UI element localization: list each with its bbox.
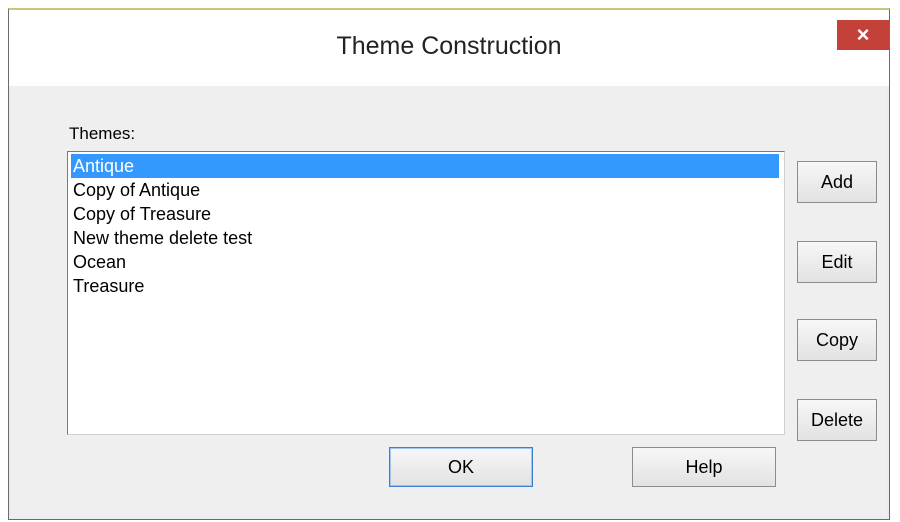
theme-construction-dialog: Theme Construction × Themes: Antique Cop… [8,8,890,520]
dialog-body: Themes: Antique Copy of Antique Copy of … [11,86,887,518]
theme-list-item-copy-of-antique[interactable]: Copy of Antique [71,178,200,202]
themes-listbox[interactable]: Antique Copy of Antique Copy of Treasure… [67,151,785,435]
dialog-title: Theme Construction [336,32,562,60]
edit-button[interactable]: Edit [797,241,877,283]
ok-button[interactable]: OK [389,447,533,487]
theme-list-item-new-theme-delete-test[interactable]: New theme delete test [71,226,252,250]
add-button[interactable]: Add [797,161,877,203]
title-bar: Theme Construction × [9,10,889,86]
close-icon: × [856,22,870,47]
theme-list-item-antique[interactable]: Antique [71,154,779,178]
themes-label: Themes: [69,124,136,143]
delete-button[interactable]: Delete [797,399,877,441]
theme-list-item-copy-of-treasure[interactable]: Copy of Treasure [71,202,211,226]
theme-list-item-treasure[interactable]: Treasure [71,274,144,298]
help-button[interactable]: Help [632,447,776,487]
close-button[interactable]: × [837,20,889,50]
copy-button[interactable]: Copy [797,319,877,361]
theme-list-item-ocean[interactable]: Ocean [71,250,126,274]
